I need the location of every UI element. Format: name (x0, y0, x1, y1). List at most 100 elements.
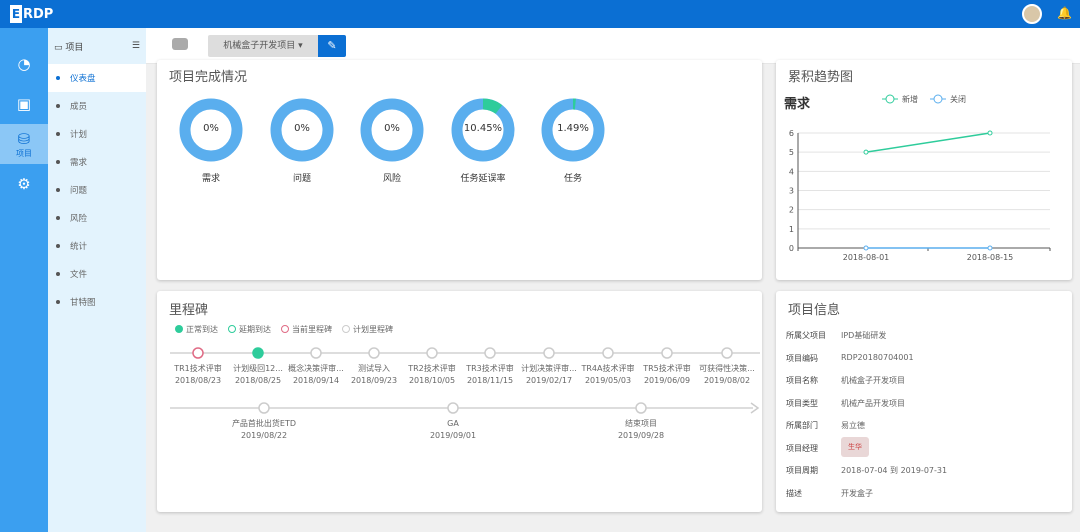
bullet-icon (56, 300, 60, 304)
milestone-marker (543, 347, 555, 359)
sidebar-item[interactable]: 仪表盘 (48, 64, 146, 92)
info-row: 项目周期 2018-07-04 到 2019-07-31 (786, 465, 947, 476)
x-tick-label: 2018-08-15 (967, 253, 1014, 262)
project-select[interactable]: 机械盒子开发项目 ▾ (208, 35, 318, 57)
data-point (987, 245, 993, 251)
project-icon: ⛁ (17, 129, 31, 148)
milestone[interactable]: 概念决策评审... 2018/09/14 (287, 363, 345, 387)
milestone-marker (192, 347, 204, 359)
donut-0: 0% 需求 (179, 98, 243, 184)
info-key: 项目经理 (786, 443, 818, 453)
y-tick-label: 2 (789, 206, 794, 215)
milestone-marker (368, 347, 380, 359)
info-row: 项目经理 生华 (786, 436, 869, 457)
bullet-icon (56, 160, 60, 164)
legend-marker (885, 94, 895, 104)
info-row: 项目类型 机械产品开发项目 (786, 398, 905, 409)
donut-value: 0% (203, 123, 219, 134)
x-tick-label: 2018-08-01 (843, 253, 890, 262)
sidebar-item[interactable]: 风险 (48, 204, 146, 232)
sidebar-item[interactable]: 甘特图 (48, 288, 146, 316)
milestone-marker (447, 402, 459, 414)
milestone[interactable]: TR2技术评审 2018/10/05 (403, 363, 461, 387)
bullet-icon (56, 216, 60, 220)
trend-card: 累积趋势图 需求 0 1 2 3 4 5 6 2018-08-01 2018-08-15 新增 关闭 (776, 60, 1072, 280)
sidebar-item[interactable]: 文件 (48, 260, 146, 288)
bullet-icon (56, 76, 60, 80)
y-tick-label: 3 (789, 187, 794, 196)
milestone[interactable]: 产品首批出货ETD 2019/08/22 (214, 418, 314, 442)
info-key: 描述 (786, 488, 802, 498)
info-row: 描述 开发盒子 (786, 488, 873, 499)
donut-label: 风险 (382, 174, 401, 184)
donut-label: 问题 (292, 174, 311, 184)
milestone[interactable]: TR3技术评审 2018/11/15 (461, 363, 519, 387)
info-value: 机械盒子开发项目 (841, 376, 905, 385)
user-avatar[interactable] (1022, 4, 1042, 24)
sidebar-item[interactable]: 成员 (48, 92, 146, 120)
milestone[interactable]: TR4A技术评审 2019/05/03 (579, 363, 637, 387)
milestone[interactable]: 计划决策评审... 2019/02/17 (520, 363, 578, 387)
info-row: 所属父项目 IPD基础研发 (786, 330, 886, 341)
milestone-marker (426, 347, 438, 359)
completion-card: 项目完成情况 0% 需求 0% 问题 0% 风险 10.45% 任务延误率 1.… (157, 60, 762, 280)
settings-icon[interactable]: ⚙ (0, 164, 48, 204)
bullet-icon (56, 272, 60, 276)
milestone[interactable]: TR5技术评审 2019/06/09 (638, 363, 696, 387)
edit-button[interactable]: ✎ (318, 35, 346, 57)
info-key: 项目类型 (786, 398, 818, 408)
legend-marker (933, 94, 943, 104)
milestone-marker (721, 347, 733, 359)
info-key: 所属父项目 (786, 331, 826, 340)
milestone-marker (635, 402, 647, 414)
milestone-marker (258, 402, 270, 414)
milestone[interactable]: 结束项目 2019/09/28 (591, 418, 691, 442)
trend-chart: 0 1 2 3 4 5 6 2018-08-01 2018-08-15 新增 关闭 (789, 94, 1051, 262)
logo[interactable]: E RDP (10, 5, 53, 23)
milestone-timeline (170, 347, 760, 414)
sidebar-item[interactable]: 问题 (48, 176, 146, 204)
screen-icon[interactable]: ▣ (0, 84, 48, 124)
info-card: 项目信息 所属父项目 IPD基础研发项目编码 RDP20180704001 项目名称机… (776, 291, 1072, 512)
info-row: 项目名称 机械盒子开发项目 (786, 375, 905, 386)
rail-item-project[interactable]: ⛁ 项目 (0, 124, 48, 164)
top-bar: E RDP 🔔 (0, 0, 1080, 28)
donut-1: 0% 问题 (270, 98, 334, 184)
legend-label: 新增 (902, 94, 918, 104)
milestone-marker (252, 347, 264, 359)
milestone[interactable]: 测试导入 2018/09/23 (345, 363, 403, 387)
inbox-icon (172, 38, 188, 50)
info-row: 项目编码 RDP20180704001 (786, 353, 914, 364)
info-title: 项目信息 (788, 303, 841, 318)
completion-title: 项目完成情况 (169, 70, 248, 85)
sidebar-item[interactable]: 需求 (48, 148, 146, 176)
milestone-marker (310, 347, 322, 359)
donut-3: 10.45% 任务延误率 (451, 98, 515, 184)
milestone-card: 里程碑 正常到达 延期到达 当前里程碑 计划里程碑 TR1技术评审 2018/08/23… (157, 291, 762, 512)
data-point (987, 130, 993, 136)
milestone[interactable]: GA 2019/09/01 (403, 418, 503, 442)
sidebar-header: ▭ 项目 (54, 42, 84, 53)
subheader: 机械盒子开发项目 ▾ ✎ (146, 28, 1080, 64)
info-value: 开发盒子 (841, 488, 873, 498)
dashboard-icon[interactable]: ◔ (0, 44, 48, 84)
donut-value: 10.45% (463, 123, 503, 134)
sidebar-item[interactable]: 统计 (48, 232, 146, 260)
y-tick-label: 6 (789, 129, 794, 138)
donut-label: 任务延误率 (460, 174, 506, 184)
donut-value: 0% (294, 123, 310, 134)
milestone[interactable]: TR1技术评审 2018/08/23 (169, 363, 227, 387)
sidebar-item[interactable]: 计划 (48, 120, 146, 148)
milestone[interactable]: 计划级回12... 2018/08/25 (229, 363, 287, 387)
bell-icon[interactable]: 🔔 (1057, 6, 1072, 20)
collapse-icon[interactable]: ☰ (132, 41, 140, 51)
bullet-icon (56, 132, 60, 136)
info-value: IPD基础研发 (841, 331, 887, 340)
donut-value: 1.49% (557, 123, 589, 134)
data-point (863, 245, 869, 251)
milestone-marker (484, 347, 496, 359)
bullet-icon (56, 188, 60, 192)
info-value: 机械产品开发项目 (841, 398, 905, 408)
milestone[interactable]: 可获得性决策... 2019/08/02 (698, 363, 756, 387)
data-point (863, 149, 869, 155)
